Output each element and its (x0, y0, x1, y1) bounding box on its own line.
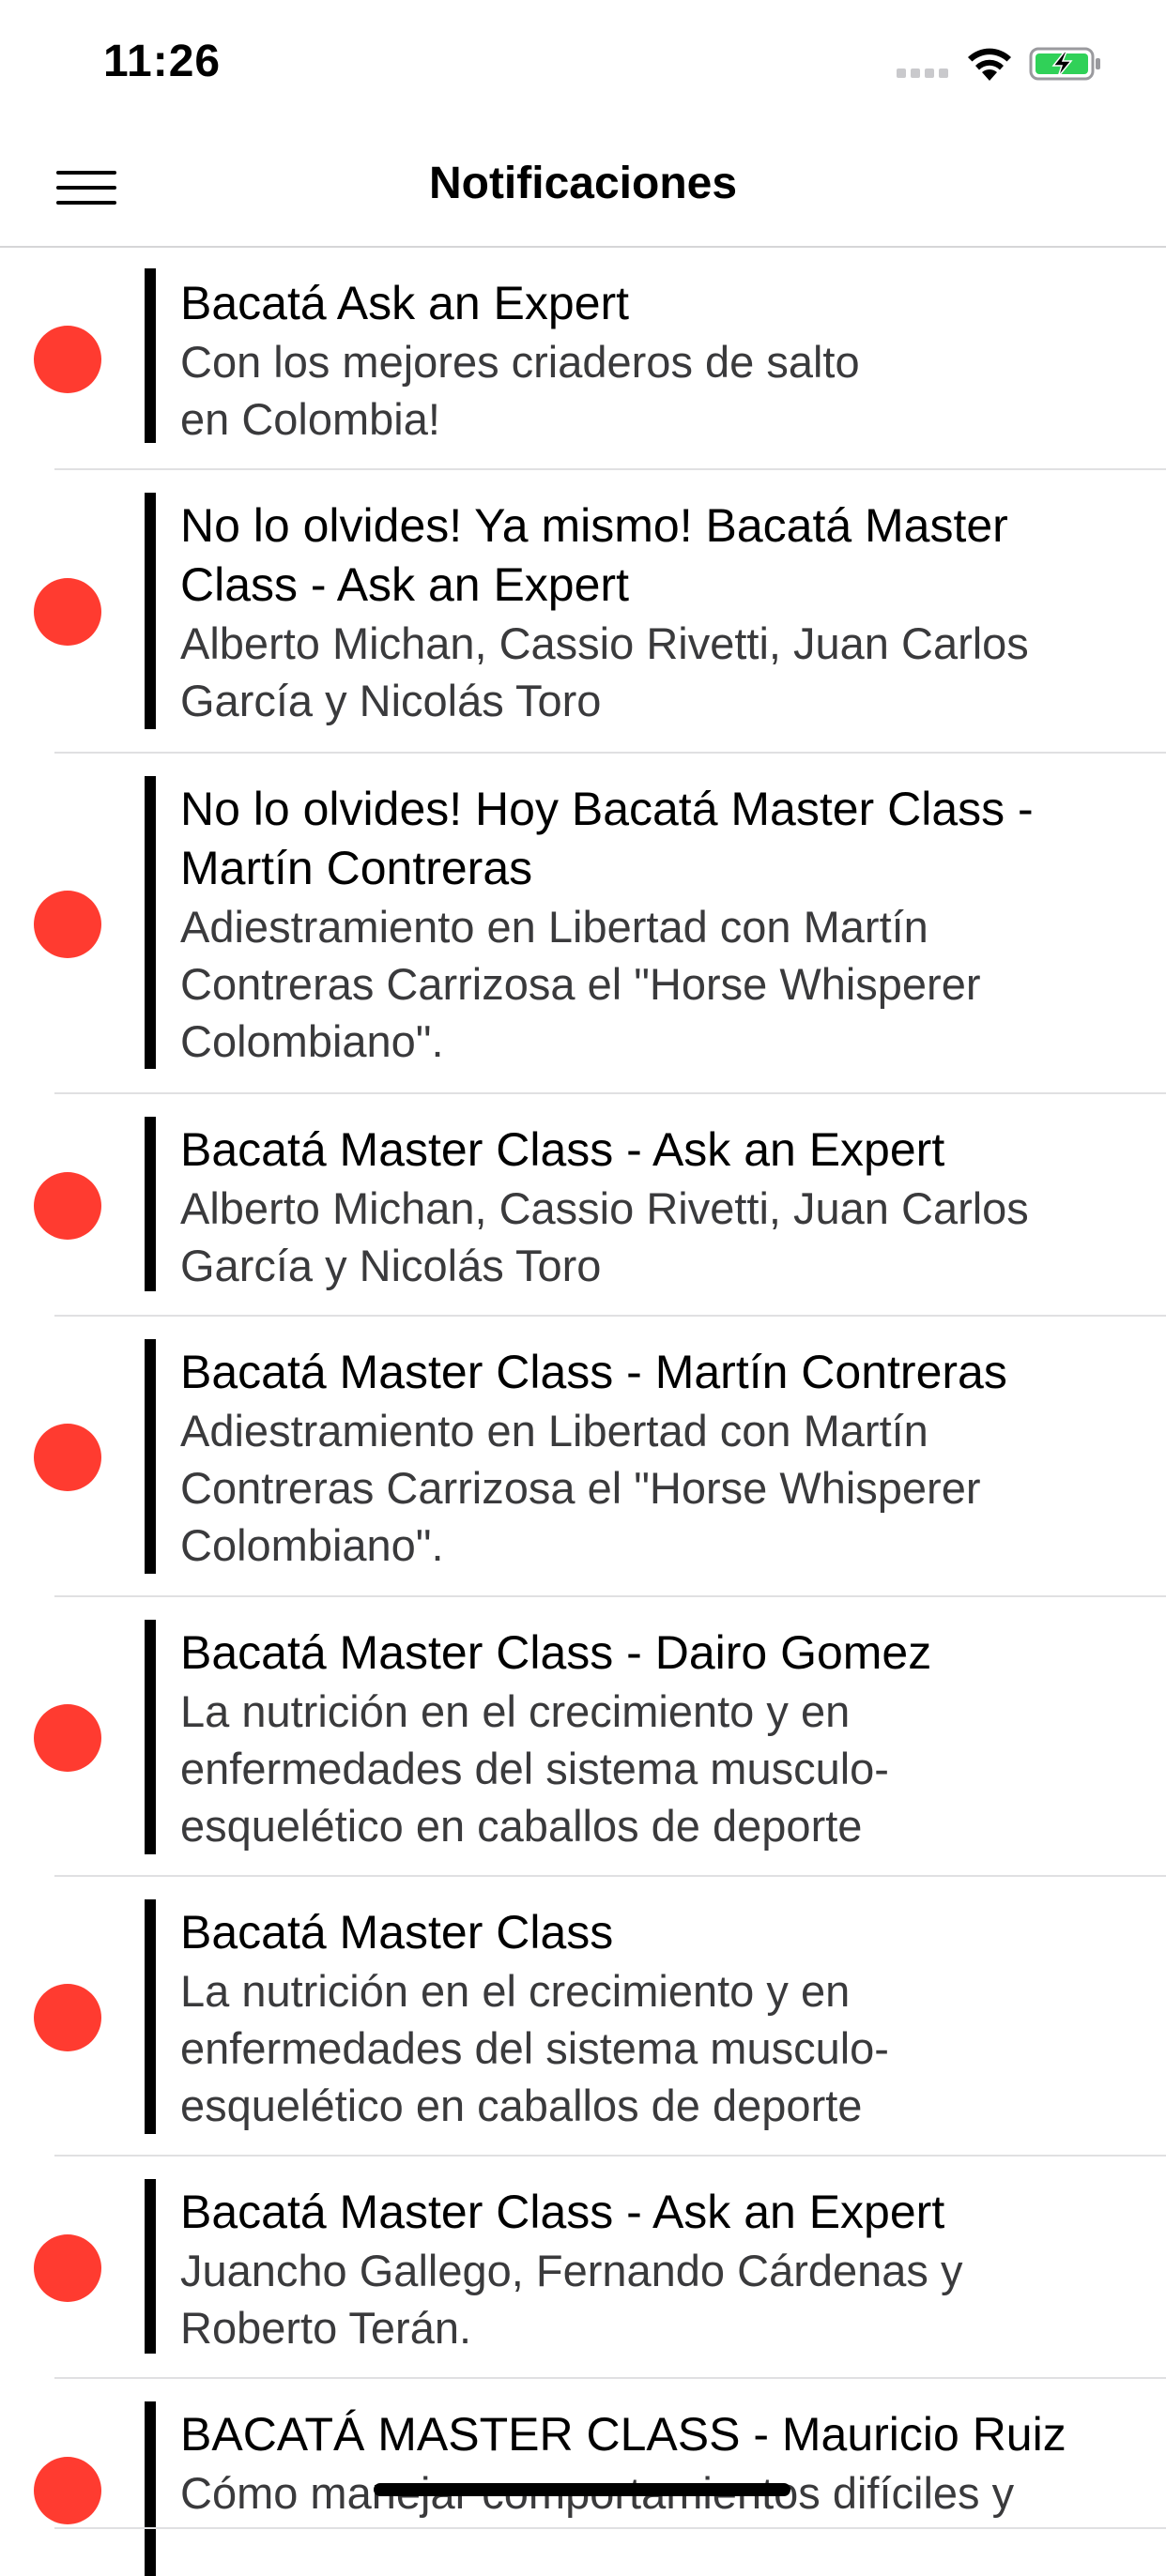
notification-item[interactable]: Bacatá Master Class - Ask an Expert Juan… (0, 2157, 1166, 2379)
cellular-signal-icon (897, 69, 949, 80)
notification-title: No lo olvides! Hoy Bacatá Master Class -… (180, 783, 1034, 894)
unread-dot-icon (34, 1424, 101, 1491)
notification-body: La nutrición en el crecimiento y en enfe… (180, 1686, 889, 1851)
notification-body: Juancho Gallego, Fernando Cárdenas y Rob… (180, 2246, 963, 2353)
unread-dot-icon (34, 1704, 101, 1772)
accent-bar (145, 1620, 156, 1854)
notification-body: La nutrición en el crecimiento y en enfe… (180, 1966, 889, 2130)
notification-body: Alberto Michan, Cassio Rivetti, Juan Car… (180, 1183, 1029, 1290)
status-bar: 11:26 (0, 0, 1166, 124)
unread-dot-icon (34, 891, 101, 958)
notification-title: BACATÁ MASTER CLASS - Mauricio Ruiz (180, 2408, 1066, 2461)
accent-bar (145, 268, 156, 443)
home-indicator[interactable] (374, 2483, 790, 2496)
navigation-bar: Notificaciones (0, 124, 1166, 248)
notification-item[interactable]: No lo olvides! Ya mismo! Bacatá Master C… (0, 470, 1166, 754)
notification-title: Bacatá Master Class - Dairo Gomez (180, 1626, 932, 1679)
notification-list: Bacatá Ask an Expert Con los mejores cri… (0, 248, 1166, 2576)
accent-bar (145, 2179, 156, 2354)
notification-title: Bacatá Master Class - Martín Contreras (180, 1346, 1007, 1398)
accent-bar (145, 1117, 156, 1291)
notification-item[interactable]: BACATÁ MASTER CLASS - Mauricio Ruiz Cómo… (0, 2379, 1166, 2576)
unread-dot-icon (34, 578, 101, 646)
notification-title: Bacatá Master Class - Ask an Expert (180, 2186, 945, 2238)
accent-bar (145, 776, 156, 1069)
status-time: 11:26 (103, 37, 222, 86)
notification-item[interactable]: Bacatá Master Class - Ask an Expert Albe… (0, 1094, 1166, 1317)
unread-dot-icon (34, 326, 101, 393)
accent-bar (145, 1899, 156, 2134)
notification-body: Adiestramiento en Libertad con Martín Co… (180, 1406, 981, 1570)
notification-title: No lo olvides! Ya mismo! Bacatá Master C… (180, 499, 1008, 611)
notification-title: Bacatá Master Class - Ask an Expert (180, 1123, 945, 1176)
unread-dot-icon (34, 2457, 101, 2524)
accent-bar (145, 493, 156, 729)
notification-title: Bacatá Master Class (180, 1906, 614, 1959)
notification-item[interactable]: Bacatá Master Class La nutrición en el c… (0, 1877, 1166, 2157)
accent-bar (145, 2401, 156, 2576)
page-title: Notificaciones (428, 159, 738, 208)
wifi-icon (968, 48, 1011, 81)
battery-charging-icon (1029, 47, 1100, 81)
unread-dot-icon (34, 1172, 101, 1240)
notification-body: Con los mejores criaderos de salto en Co… (180, 337, 860, 444)
notification-item[interactable]: Bacatá Master Class - Martín Contreras A… (0, 1317, 1166, 1597)
notification-body: Alberto Michan, Cassio Rivetti, Juan Car… (180, 618, 1029, 725)
unread-dot-icon (34, 1984, 101, 2051)
notification-item[interactable]: Bacatá Ask an Expert Con los mejores cri… (0, 248, 1166, 470)
notification-item[interactable]: No lo olvides! Hoy Bacatá Master Class -… (0, 754, 1166, 1094)
notification-title: Bacatá Ask an Expert (180, 277, 630, 329)
notification-item[interactable]: Bacatá Master Class - Dairo Gomez La nut… (0, 1597, 1166, 1877)
notification-body: Adiestramiento en Libertad con Martín Co… (180, 902, 981, 1066)
unread-dot-icon (34, 2234, 101, 2302)
accent-bar (145, 1339, 156, 1574)
